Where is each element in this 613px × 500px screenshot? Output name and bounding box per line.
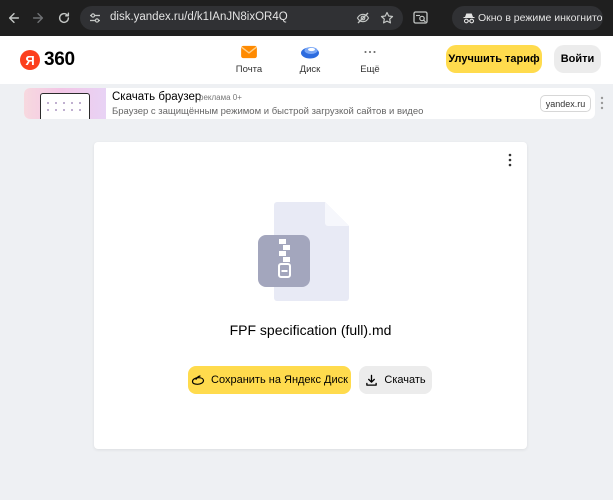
service-mail[interactable]: Почта [224, 43, 274, 75]
download-icon [365, 374, 378, 387]
yandex-360-logo[interactable]: Я 360 [20, 49, 75, 71]
service-more-label: Ещё [360, 64, 380, 75]
service-disk-label: Диск [299, 64, 321, 75]
forward-arrow-icon[interactable] [28, 8, 48, 28]
save-to-disk-button[interactable]: Сохранить на Яндекс Диск [188, 366, 351, 394]
service-disk[interactable]: Диск [285, 43, 335, 75]
service-mail-label: Почта [235, 64, 263, 75]
ad-domain-badge[interactable]: yandex.ru [540, 95, 591, 112]
laptop-screen-image [40, 93, 90, 119]
login-button[interactable]: Войти [554, 45, 601, 73]
incognito-indicator[interactable]: Окно в режиме инкогнито [452, 6, 603, 30]
upgrade-plan-button[interactable]: Улучшить тариф [446, 45, 542, 73]
disk-icon [300, 43, 320, 61]
eye-off-icon[interactable] [356, 11, 370, 25]
ad-label: реклама 0+ [199, 93, 242, 102]
url-text[interactable]: disk.yandex.ru/d/k1IAnJN8ixOR4Q [110, 11, 288, 23]
logo-badge: Я [20, 50, 40, 70]
service-more[interactable]: Ещё [345, 43, 395, 75]
tab-search-icon[interactable] [412, 9, 430, 27]
ad-banner[interactable]: Скачать браузер реклама 0+ Браузер с защ… [24, 88, 595, 119]
mail-icon [239, 43, 259, 61]
save-to-disk-label: Сохранить на Яндекс Диск [211, 374, 348, 386]
incognito-label: Окно в режиме инкогнито [478, 12, 603, 24]
ad-description: Браузер с защищённым режимом и быстрой з… [112, 106, 424, 117]
browser-toolbar: disk.yandex.ru/d/k1IAnJN8ixOR4Q Окно в р… [0, 0, 613, 36]
download-label: Скачать [384, 374, 426, 386]
incognito-icon [462, 11, 476, 25]
address-bar[interactable]: disk.yandex.ru/d/k1IAnJN8ixOR4Q [80, 6, 403, 30]
zip-file-icon [255, 200, 351, 302]
back-arrow-icon[interactable] [4, 8, 24, 28]
site-info-icon[interactable] [88, 11, 102, 25]
logo-text: 360 [44, 49, 75, 70]
reload-icon[interactable] [54, 8, 74, 28]
download-button[interactable]: Скачать [359, 366, 432, 394]
save-to-disk-icon [191, 373, 205, 387]
ad-title[interactable]: Скачать браузер [112, 91, 201, 103]
more-dots-icon [360, 43, 380, 61]
site-header: Я 360 Почта Диск Ещё Улучшить тариф Войт… [0, 36, 613, 84]
ad-image [24, 88, 106, 119]
file-preview-card: FPF specification (full).md Сохранить на… [94, 142, 527, 449]
file-name: FPF specification (full).md [229, 322, 392, 338]
ad-menu-icon[interactable] [600, 96, 610, 112]
kebab-menu-icon[interactable] [503, 152, 517, 168]
star-icon[interactable] [380, 11, 394, 25]
